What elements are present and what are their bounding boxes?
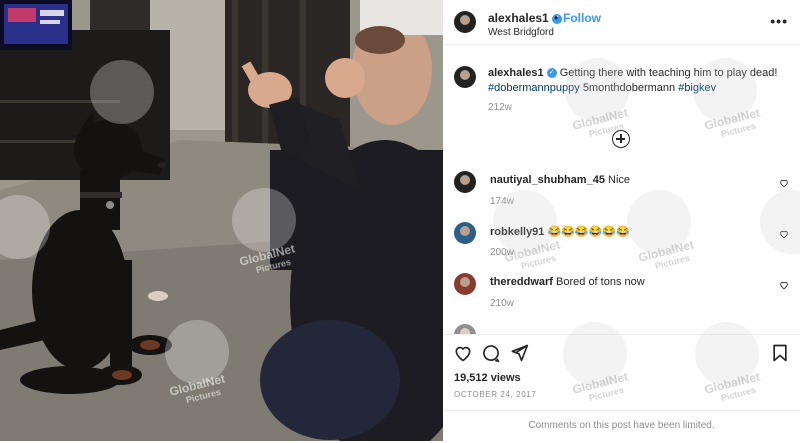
post-date[interactable]: OCTOBER 24, 2017 [454,390,536,399]
avatar[interactable] [454,273,476,295]
caption-word: 5monthdobermann [582,82,676,94]
caption-username[interactable]: alexhales1 [488,67,544,79]
comment-text: Nice [608,174,631,186]
comment-username[interactable]: robkelly91 [490,226,544,238]
like-comment-heart-icon[interactable] [779,280,789,290]
comment-item: thereddwarf Bored of tons now 210w [443,273,800,319]
comment-item: nautiyal_shubham_45 Nice 174w [443,171,800,217]
comment-time: 174w [490,196,514,207]
hashtag-link[interactable]: #bigkev [678,82,716,94]
post-username[interactable]: alexhales1 ✓ [488,11,562,25]
post-panel: alexhales1 ✓ • Follow West Bridgford ••• … [443,0,800,441]
more-options-icon[interactable]: ••• [770,13,788,29]
comment-username[interactable]: nautiyal_shubham_45 [490,174,605,186]
comment-bubble-icon[interactable] [481,343,501,363]
like-heart-icon[interactable] [453,343,473,363]
separator-dot: • [554,11,559,25]
comment-line: thereddwarf Bored of tons now [490,276,645,288]
comments-limited-notice: Comments on this post have been limited. [443,410,800,443]
caption-body: Getting there with teaching him to play … [559,67,778,79]
hashtag-link[interactable]: #dobermannpuppy [488,82,580,94]
comment-username[interactable]: thereddwarf [490,276,553,288]
share-send-icon[interactable] [509,343,529,363]
comment-peek [443,322,800,334]
avatar[interactable] [454,171,476,193]
comment-item: robkelly91 😂😂😂😂😂😂 200w [443,222,800,268]
save-bookmark-icon[interactable] [770,343,790,363]
avatar[interactable] [454,66,476,88]
comment-time: 210w [490,298,514,309]
avatar[interactable] [454,222,476,244]
comment-text: Bored of tons now [556,276,645,288]
location-link[interactable]: West Bridgford [488,27,554,38]
caption-text: alexhales1 ✓ Getting there with teaching … [488,66,788,96]
like-comment-heart-icon[interactable] [779,178,789,188]
avatar[interactable] [454,11,476,33]
post-photo[interactable]: GlobalNet Pictures GlobalNet Pictures [0,0,443,441]
comment-line: robkelly91 😂😂😂😂😂😂 [490,225,630,238]
watermark-text: GlobalNet Pictures [702,105,762,140]
photo-illustration [0,0,443,441]
view-count[interactable]: 19,512 views [454,372,521,384]
avatar [454,324,476,334]
comment-time: 200w [490,247,514,258]
comment-line: nautiyal_shubham_45 Nice [490,174,630,186]
follow-button[interactable]: Follow [563,11,601,25]
caption-time: 212w [488,102,512,113]
verified-icon: ✓ [546,68,557,79]
like-comment-heart-icon[interactable] [779,229,789,239]
post-actions: 19,512 views OCTOBER 24, 2017 Comments o… [443,334,800,442]
comment-text: 😂😂😂😂😂😂 [547,226,630,238]
post-header: alexhales1 ✓ • Follow West Bridgford ••• [443,0,800,45]
load-more-comments-icon[interactable] [612,130,630,148]
